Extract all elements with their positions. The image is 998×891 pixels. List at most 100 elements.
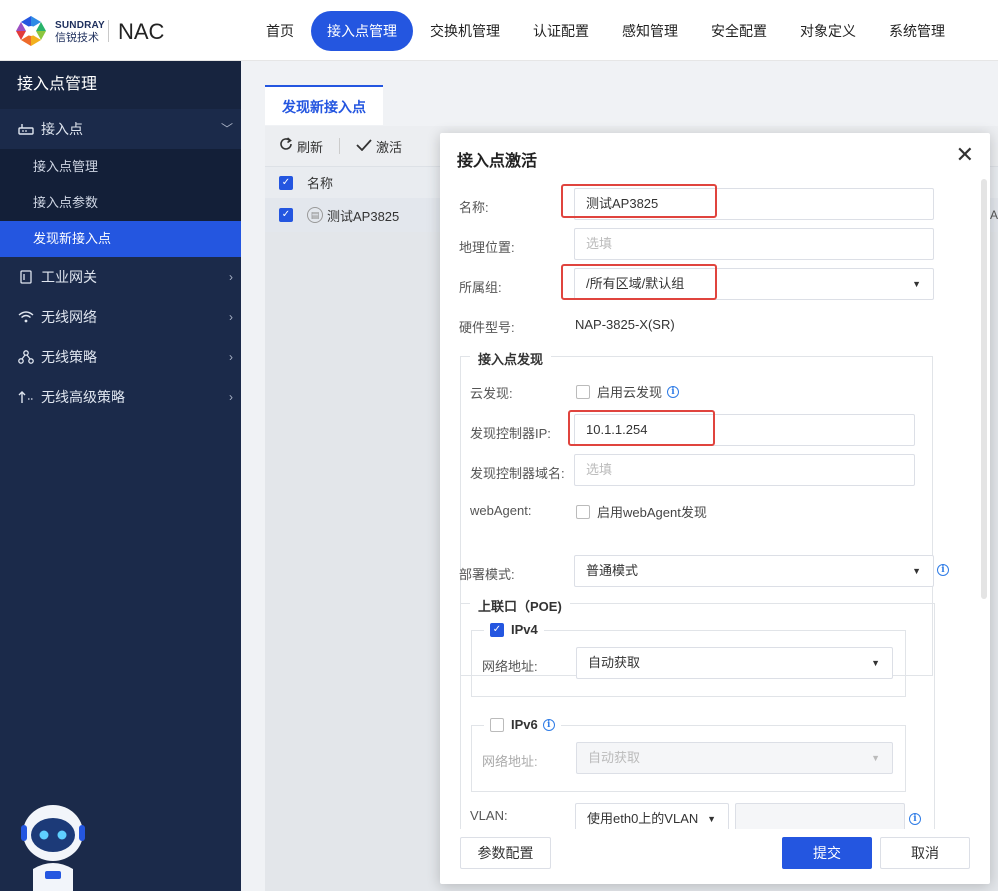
sidebar-group-advanced[interactable]: 无线高级策略 ›: [0, 377, 241, 417]
nav-system[interactable]: 系统管理: [873, 11, 961, 51]
brand-en: SUNDRAY: [55, 20, 105, 31]
brand-cn: 信锐技术: [55, 32, 99, 44]
product-name: NAC: [118, 19, 165, 44]
activate-button[interactable]: 激活: [356, 137, 402, 156]
model-value: NAP-3825-X(SR): [575, 317, 675, 332]
ipv6-checkbox-box[interactable]: [490, 717, 504, 732]
sidebar-item-ap-management[interactable]: 接入点管理: [0, 149, 241, 185]
close-icon[interactable]: ✕: [956, 142, 974, 168]
top-bar: SUNDRAY 信锐技术 NAC 首页 接入点管理 交换机管理 认证配置 感知管…: [0, 0, 998, 61]
sidebar-item-discover-ap[interactable]: 发现新接入点: [0, 221, 241, 257]
highlight-box: [561, 184, 717, 218]
deploy-select-value: 普通模式: [586, 563, 639, 578]
sundray-logo-icon: [16, 16, 46, 46]
model-label: 硬件型号:: [459, 320, 515, 335]
caret-down-icon: ▼: [912, 279, 921, 289]
dialog-title: 接入点激活: [457, 153, 538, 170]
deploy-select[interactable]: 普通模式 ▼: [574, 555, 934, 587]
refresh-button[interactable]: 刷新: [279, 137, 323, 156]
grid-col-name: 名称: [307, 176, 334, 191]
cancel-button[interactable]: 取消: [880, 837, 970, 869]
caret-down-icon: ▼: [871, 753, 880, 763]
vlan-id-input[interactable]: [735, 803, 905, 829]
activate-label: 激活: [376, 139, 403, 155]
activate-ap-dialog: 接入点激活 ✕ 名称: 测试AP3825 地理位置: 选填 所属组: /所有区域…: [440, 133, 990, 884]
param-config-button[interactable]: 参数配置: [460, 837, 551, 869]
ipv4-addr-select[interactable]: 自动获取 ▼: [576, 647, 893, 679]
tab-discover-ap[interactable]: 发现新接入点: [265, 85, 383, 125]
wifi-icon: [18, 297, 34, 337]
location-label: 地理位置:: [459, 240, 515, 255]
check-icon: [356, 138, 372, 155]
cloud-discovery-checkbox[interactable]: 启用云发现 i: [576, 382, 680, 401]
nav-ap-management[interactable]: 接入点管理: [311, 11, 413, 51]
sidebar-group-policy[interactable]: 无线策略 ›: [0, 337, 241, 377]
advanced-icon: [18, 377, 34, 417]
info-icon[interactable]: i: [542, 718, 555, 731]
robot-assistant-icon[interactable]: [18, 799, 88, 891]
ipv4-checkbox[interactable]: ✓ IPv4: [484, 622, 544, 637]
deploy-label: 部署模式:: [459, 567, 515, 582]
toolbar-divider: [339, 138, 341, 154]
ipv6-addr-select[interactable]: 自动获取 ▼: [576, 742, 893, 774]
router-icon: [18, 109, 34, 149]
nav-home[interactable]: 首页: [250, 11, 310, 51]
row-name: 测试AP3825: [327, 208, 400, 224]
sidebar: 接入点管理 接入点 ﹀ 接入点管理 接入点参数 发现新接入点 工业网关 › 无线…: [0, 61, 241, 891]
row-checkbox[interactable]: ✓: [279, 208, 293, 222]
refresh-icon: [279, 137, 293, 155]
ap-device-icon: ▤: [307, 207, 323, 223]
nav-objects[interactable]: 对象定义: [784, 11, 872, 51]
vlan-select-value: 使用eth0上的VLAN: [587, 811, 699, 826]
ipv6-addr-label: 网络地址:: [482, 754, 538, 769]
submit-button[interactable]: 提交: [782, 837, 872, 869]
dialog-scrollbar[interactable]: [981, 179, 987, 599]
chevron-right-icon: ›: [229, 390, 233, 404]
tab-strip: 发现新接入点: [265, 85, 383, 125]
webagent-checkbox-label: 启用webAgent发现: [597, 505, 707, 520]
select-all-checkbox[interactable]: ✓: [279, 175, 293, 190]
chevron-down-icon: ﹀: [220, 122, 233, 136]
info-icon[interactable]: i: [937, 564, 949, 576]
main-nav: 首页 接入点管理 交换机管理 认证配置 感知管理 安全配置 对象定义 系统管理: [250, 11, 962, 51]
refresh-label: 刷新: [297, 139, 324, 155]
info-icon[interactable]: i: [667, 385, 680, 398]
chevron-right-icon: ›: [229, 350, 233, 364]
location-input[interactable]: 选填: [574, 228, 934, 260]
cloud-checkbox-label: 启用云发现: [597, 385, 663, 400]
sidebar-group-ap[interactable]: 接入点 ﹀: [0, 109, 241, 149]
ipv4-checkbox-label: IPv4: [511, 622, 538, 637]
webagent-checkbox[interactable]: 启用webAgent发现: [576, 502, 707, 521]
nav-auth-config[interactable]: 认证配置: [517, 11, 605, 51]
cloud-label: 云发现:: [470, 386, 513, 401]
sidebar-title: 接入点管理: [0, 61, 241, 109]
ipv4-addr-label: 网络地址:: [482, 659, 538, 674]
brand-divider: [108, 20, 109, 42]
sidebar-group-gateway[interactable]: 工业网关 ›: [0, 257, 241, 297]
name-label: 名称:: [459, 200, 489, 215]
vlan-select[interactable]: 使用eth0上的VLAN ▼: [575, 803, 729, 829]
network-icon: [18, 337, 34, 377]
nav-switch-management[interactable]: 交换机管理: [414, 11, 516, 51]
nav-perception[interactable]: 感知管理: [606, 11, 694, 51]
ipv6-checkbox[interactable]: IPv6 i: [484, 717, 561, 732]
caret-down-icon: ▼: [871, 658, 880, 668]
nav-security[interactable]: 安全配置: [695, 11, 783, 51]
uplink-legend: 上联口（POE): [470, 596, 570, 615]
chevron-right-icon: ›: [229, 270, 233, 284]
discovery-legend: 接入点发现: [470, 349, 552, 368]
caret-down-icon: ▼: [707, 814, 716, 824]
highlight-box: [568, 410, 715, 446]
sidebar-item-ap-params[interactable]: 接入点参数: [0, 185, 241, 221]
ctrl-ip-label: 发现控制器IP:: [470, 426, 551, 441]
webagent-checkbox-box[interactable]: [576, 504, 590, 519]
cloud-checkbox-box[interactable]: [576, 384, 590, 399]
info-icon[interactable]: i: [909, 813, 921, 825]
gateway-icon: [18, 257, 34, 297]
ipv6-addr-value: 自动获取: [588, 750, 641, 765]
ctrl-domain-label: 发现控制器域名:: [470, 466, 565, 481]
ipv4-checkbox-box[interactable]: ✓: [490, 622, 504, 637]
ipv4-addr-value: 自动获取: [588, 655, 641, 670]
sidebar-group-wireless[interactable]: 无线网络 ›: [0, 297, 241, 337]
ctrl-domain-input[interactable]: 选填: [574, 454, 915, 486]
